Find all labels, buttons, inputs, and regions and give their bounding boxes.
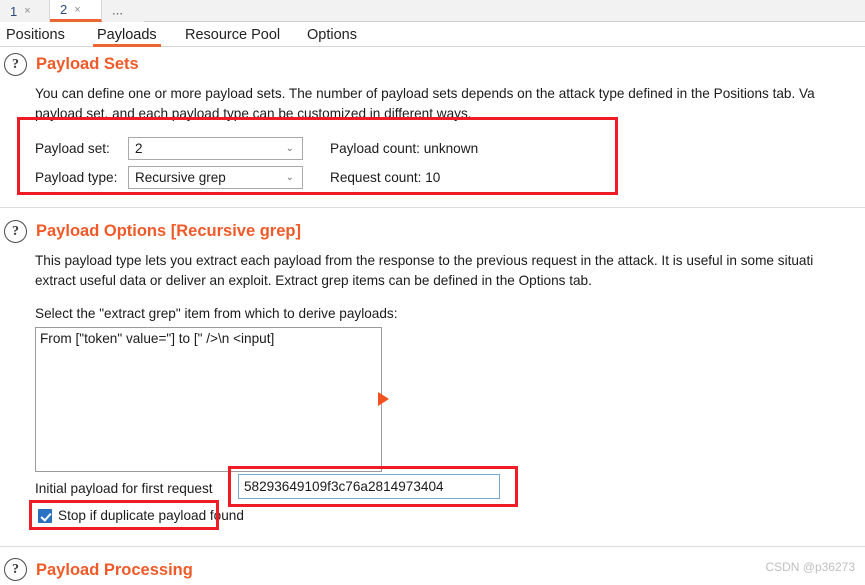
attack-tab-overflow-icon[interactable]: ⋯ (102, 0, 144, 22)
payload-config-tabs: Positions Payloads Resource Pool Options (0, 22, 865, 47)
attack-tab-2-close-icon[interactable]: × (74, 4, 80, 16)
payload-set-value: 2 (135, 141, 143, 156)
play-arrow-icon (378, 392, 389, 406)
payload-options-description-line2: extract useful data or deliver an exploi… (35, 273, 592, 288)
payload-count-label: Payload count: unknown (330, 141, 479, 156)
tab-payloads[interactable]: Payloads (93, 22, 161, 47)
payload-set-dropdown[interactable]: 2 ⌄ (128, 137, 303, 160)
initial-payload-value: 58293649109f3c76a2814973404 (244, 479, 444, 494)
extract-grep-list[interactable]: From ["token" value="] to [" />\n <input… (35, 327, 382, 472)
chevron-down-icon: ⌄ (285, 171, 294, 183)
attack-tab-2-label: 2 (60, 2, 68, 17)
tab-positions-label: Positions (6, 26, 65, 43)
payload-type-value: Recursive grep (135, 170, 226, 185)
payload-set-label: Payload set: (35, 141, 110, 156)
attack-tab-1-label: 1 (10, 3, 18, 19)
tab-options[interactable]: Options (303, 22, 361, 47)
attack-tab-2[interactable]: 2 × (50, 0, 102, 22)
initial-payload-input[interactable]: 58293649109f3c76a2814973404 (238, 474, 500, 499)
payload-sets-help-icon[interactable]: ? (4, 53, 27, 76)
chevron-down-icon: ⌄ (285, 142, 294, 154)
stop-duplicate-payload-checkbox[interactable]: Stop if duplicate payload found (38, 508, 244, 523)
payload-processing-heading: Payload Processing (36, 561, 193, 579)
initial-payload-label: Initial payload for first request (35, 481, 213, 496)
list-item[interactable]: From ["token" value="] to [" />\n <input… (36, 328, 381, 346)
attack-tab-strip: 1 × 2 × ⋯ (0, 0, 865, 22)
payload-sets-description-line1: You can define one or more payload sets.… (35, 86, 815, 101)
payload-options-description-line1: This payload type lets you extract each … (35, 253, 814, 268)
payload-options-heading: Payload Options [Recursive grep] (36, 222, 301, 240)
burp-intruder-payloads-window: 1 × 2 × ⋯ Positions Payloads Resource Po… (0, 0, 865, 585)
payload-options-help-icon[interactable]: ? (4, 220, 27, 243)
payload-processing-help-icon[interactable]: ? (4, 558, 27, 581)
extract-grep-select-label: Select the "extract grep" item from whic… (35, 306, 398, 321)
section-divider-2 (0, 546, 865, 547)
payload-sets-heading: Payload Sets (36, 55, 139, 73)
request-count-label: Request count: 10 (330, 170, 441, 185)
tab-positions[interactable]: Positions (2, 22, 69, 47)
payload-sets-description-line2: payload set, and each payload type can b… (35, 106, 472, 121)
payload-type-dropdown[interactable]: Recursive grep ⌄ (128, 166, 303, 189)
tab-options-label: Options (307, 26, 357, 43)
tab-resource-pool[interactable]: Resource Pool (181, 22, 284, 47)
tab-payloads-label: Payloads (97, 26, 157, 43)
attack-tab-1-close-icon[interactable]: × (24, 5, 30, 17)
payload-type-label: Payload type: (35, 170, 118, 185)
section-divider-1 (0, 207, 865, 208)
checkbox-checked-icon[interactable] (38, 508, 52, 523)
attack-tab-1[interactable]: 1 × (0, 0, 50, 22)
tab-resource-pool-label: Resource Pool (185, 26, 281, 43)
stop-duplicate-payload-label: Stop if duplicate payload found (58, 508, 244, 523)
watermark: CSDN @p36273 (765, 560, 855, 574)
